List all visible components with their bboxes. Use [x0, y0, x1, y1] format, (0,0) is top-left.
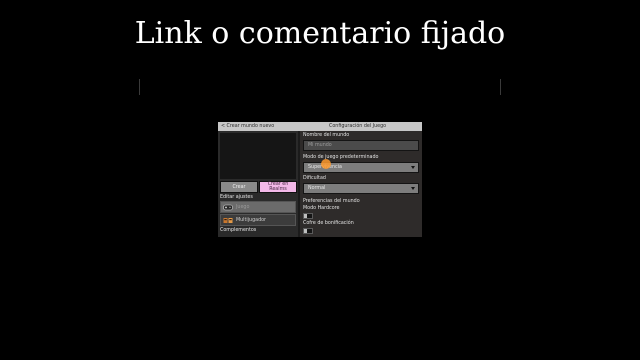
multiplayer-icon — [223, 218, 233, 223]
hardcore-toggle[interactable] — [303, 213, 313, 219]
difficulty-label: Dificultad — [303, 176, 326, 181]
left-panel: Crear Crear en Realms Editar ajustes Jue… — [218, 131, 298, 237]
screen-title: Configuración del Juego — [329, 124, 387, 129]
settings-tab-multiplayer[interactable]: Multijugador — [220, 214, 296, 226]
difficulty-dropdown[interactable]: Normal — [303, 183, 419, 194]
game-settings-screen: < Crear mundo nuevo Configuración del Ju… — [218, 122, 422, 237]
settings-tab-game[interactable]: Juego — [220, 201, 296, 213]
edit-settings-heading: Editar ajustes — [220, 195, 253, 200]
video-caption: Link o comentario fijado — [134, 16, 506, 51]
controller-icon — [223, 204, 233, 211]
chevron-down-icon — [411, 166, 415, 169]
world-name-input[interactable]: Mi mundo — [303, 140, 419, 151]
world-name-value: Mi mundo — [308, 143, 332, 148]
bonus-chest-label: Cofre de bonificación — [303, 221, 354, 226]
hardcore-label: Modo Hardcore — [303, 206, 340, 211]
settings-tab-label: Multijugador — [236, 218, 267, 223]
back-button[interactable]: < Crear mundo nuevo — [221, 124, 274, 129]
difficulty-value: Normal — [308, 186, 326, 191]
world-name-label: Nombre del mundo — [303, 133, 350, 138]
right-panel: Nombre del mundo Mi mundo Modo de juego … — [300, 131, 422, 237]
complements-heading: Complementos — [220, 228, 257, 233]
toggle-knob — [304, 229, 307, 233]
toggle-knob — [304, 214, 307, 218]
tap-cursor-indicator — [321, 159, 331, 169]
divider-right — [500, 79, 501, 95]
create-button[interactable]: Crear — [220, 181, 258, 193]
top-bar: < Crear mundo nuevo Configuración del Ju… — [218, 122, 422, 131]
create-realm-button[interactable]: Crear en Realms — [259, 181, 297, 193]
settings-tab-label: Juego — [236, 205, 250, 210]
world-preview — [220, 133, 296, 179]
chevron-down-icon — [411, 187, 415, 190]
bonus-chest-toggle[interactable] — [303, 228, 313, 234]
world-preferences-heading: Preferencias del mundo — [303, 199, 360, 204]
game-mode-label: Modo de juego predeterminado — [303, 155, 379, 160]
divider-left — [139, 79, 140, 95]
